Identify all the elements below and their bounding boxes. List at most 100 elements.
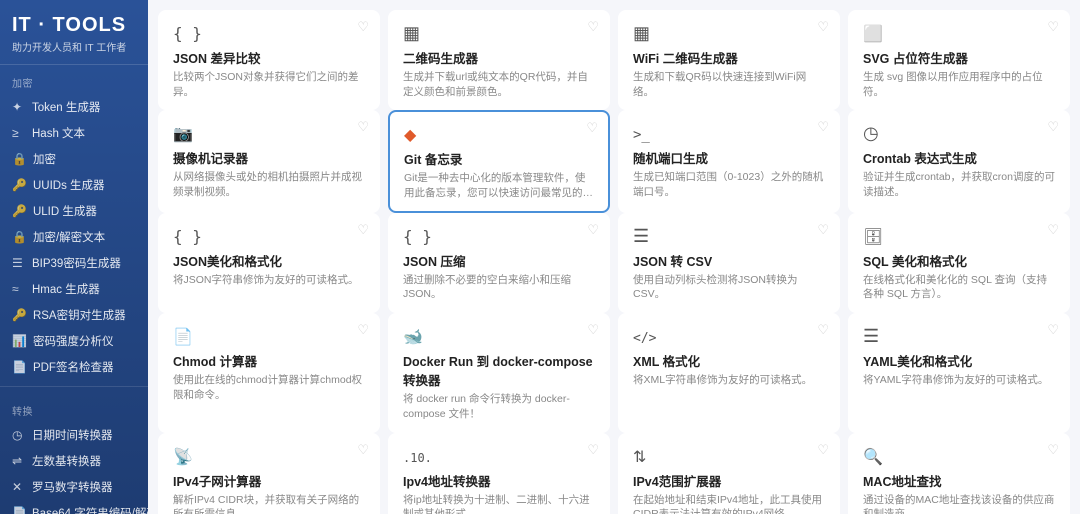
favorite-icon[interactable]: ♡ <box>357 442 369 458</box>
tool-title-ipv4-range: IPv4范围扩展器 <box>633 471 825 490</box>
favorite-icon[interactable]: ♡ <box>357 322 369 338</box>
tool-icon-random-port <box>633 123 825 144</box>
tool-desc-json-compress: 通过删除不必要的空白来缩小和压缩JSON。 <box>403 273 595 302</box>
tool-card-json-fmt[interactable]: ♡JSON美化和格式化将JSON字符串修饰为友好的可读格式。 <box>158 213 380 313</box>
sidebar-item-1-2[interactable]: ✕罗马数字转换器 <box>0 474 148 500</box>
favorite-icon[interactable]: ♡ <box>1047 322 1059 338</box>
tool-desc-camera-recorder: 从网络摄像头或处的相机拍摄照片并成视频录制视频。 <box>173 170 365 199</box>
sidebar-item-0-1[interactable]: ≥Hash 文本 <box>0 120 148 146</box>
sidebar-item-icon: ☰ <box>12 256 26 270</box>
sidebar-item-0-9[interactable]: 📊密码强度分析仪 <box>0 328 148 354</box>
tool-card-yaml-fmt[interactable]: ♡YAML美化和格式化将YAML字符串修饰为友好的可读格式。 <box>848 313 1070 432</box>
tool-icon-xml-fmt <box>633 326 825 347</box>
tool-card-json-diff[interactable]: ♡JSON 差异比较比较两个JSON对象并获得它们之间的差异。 <box>158 10 380 110</box>
tool-desc-ipv4-conv: 将ip地址转换为十进制、二进制、十六进制或其他形式 <box>403 493 595 514</box>
tool-icon-wifi-qr <box>633 23 825 44</box>
tool-title-json-fmt: JSON美化和格式化 <box>173 251 365 270</box>
tool-row-1: ♡摄像机记录器从网络摄像头或处的相机拍摄照片并成视频录制视频。♡Git 备忘录G… <box>158 110 1070 212</box>
favorite-icon[interactable]: ♡ <box>817 322 829 338</box>
tool-card-qr-gen[interactable]: ♡二维码生成器生成并下载url或纯文本的QR代码，并自定义颜色和前景颜色。 <box>388 10 610 110</box>
favorite-icon[interactable]: ♡ <box>1047 119 1059 135</box>
tool-icon-ipv4-conv <box>403 446 595 467</box>
tool-card-git-memo[interactable]: ♡ Git 备忘录 Git是一种去中心化的版本管理软件，使用此备忘录，您可以快速访问… <box>388 110 610 212</box>
sidebar-item-label: Token 生成器 <box>32 99 100 115</box>
tool-card-chmod[interactable]: ♡ Chmod 计算器使用此在线的chmod计算器计算chmod权限和命令。 <box>158 313 380 432</box>
tool-card-wifi-qr[interactable]: ♡WiFi 二维码生成器生成和下载QR码以快速连接到WiFi网络。 <box>618 10 840 110</box>
tool-card-crontab[interactable]: ♡Crontab 表达式生成验证并生成crontab，并获取cron调度的可读描… <box>848 110 1070 212</box>
tool-row-0: ♡JSON 差异比较比较两个JSON对象并获得它们之间的差异。♡二维码生成器生成… <box>158 10 1070 110</box>
tool-card-svg-placeholder[interactable]: ♡SVG 占位符生成器生成 svg 图像以用作应用程序中的占位符。 <box>848 10 1070 110</box>
favorite-icon[interactable]: ♡ <box>587 19 599 35</box>
sidebar-item-0-4[interactable]: 🔑ULID 生成器 <box>0 198 148 224</box>
favorite-icon[interactable]: ♡ <box>587 222 599 238</box>
sidebar-item-icon: 🔒 <box>12 230 27 244</box>
favorite-icon[interactable]: ♡ <box>1047 222 1059 238</box>
tool-desc-svg-placeholder: 生成 svg 图像以用作应用程序中的占位符。 <box>863 70 1055 99</box>
favorite-icon[interactable]: ♡ <box>357 222 369 238</box>
tool-card-ipv4-calc[interactable]: ♡IPv4子网计算器解析IPv4 CIDR块，并获取有关子网络的所有所需信息。 <box>158 433 380 514</box>
tool-desc-xml-fmt: 将XML字符串修饰为友好的可读格式。 <box>633 373 825 388</box>
sidebar-item-0-5[interactable]: 🔒加密/解密文本 <box>0 224 148 250</box>
sidebar-item-label: Hmac 生成器 <box>32 281 100 297</box>
sidebar-item-label: BIP39密码生成器 <box>32 255 121 271</box>
sidebar-item-1-3[interactable]: 📄Base64 字符串编码/解码 <box>0 500 148 514</box>
sidebar-item-label: ULID 生成器 <box>33 203 97 219</box>
tool-icon-docker-compose <box>403 326 595 347</box>
favorite-icon[interactable]: ♡ <box>1047 19 1059 35</box>
sidebar-logo: IT · TOOLS 助力开发人员和 IT 工作者 <box>0 0 148 65</box>
tool-card-ipv4-range[interactable]: ♡ IPv4范围扩展器在起始地址和结束IPv4地址，此工具使用CIDR表示法计算有… <box>618 433 840 514</box>
sidebar-item-label: RSA密钥对生成器 <box>33 307 126 323</box>
tool-card-xml-fmt[interactable]: ♡XML 格式化将XML字符串修饰为友好的可读格式。 <box>618 313 840 432</box>
sidebar-item-0-8[interactable]: 🔑RSA密钥对生成器 <box>0 302 148 328</box>
tool-icon-git-memo <box>404 124 594 145</box>
tool-title-json-csv: JSON 转 CSV <box>633 251 825 270</box>
tool-title-wifi-qr: WiFi 二维码生成器 <box>633 48 825 67</box>
favorite-icon[interactable]: ♡ <box>586 120 598 136</box>
tool-card-camera-recorder[interactable]: ♡摄像机记录器从网络摄像头或处的相机拍摄照片并成视频录制视频。 <box>158 110 380 212</box>
logo-subtitle: 助力开发人员和 IT 工作者 <box>12 39 136 54</box>
tool-desc-docker-compose: 将 docker run 命令行转换为 docker-compose 文件！ <box>403 392 595 421</box>
sidebar-item-0-0[interactable]: ✦Token 生成器 <box>0 94 148 120</box>
tool-card-sql-fmt[interactable]: ♡SQL 美化和格式化在线格式化和美化化的 SQL 查询（支持各种 SQL 方言… <box>848 213 1070 313</box>
sidebar-item-label: 密码强度分析仪 <box>33 333 114 349</box>
favorite-icon[interactable]: ♡ <box>587 322 599 338</box>
sidebar-item-0-3[interactable]: 🔑UUIDs 生成器 <box>0 172 148 198</box>
sidebar-item-0-10[interactable]: 📄PDF签名检查器 <box>0 354 148 380</box>
tool-card-json-compress[interactable]: ♡JSON 压缩通过删除不必要的空白来缩小和压缩JSON。 <box>388 213 610 313</box>
tool-icon-chmod <box>173 326 365 347</box>
favorite-icon[interactable]: ♡ <box>817 442 829 458</box>
favorite-icon[interactable]: ♡ <box>587 442 599 458</box>
favorite-icon[interactable]: ♡ <box>817 222 829 238</box>
tool-card-ipv4-conv[interactable]: ♡ Ipv4地址转换器将ip地址转换为十进制、二进制、十六进制或其他形式 <box>388 433 610 514</box>
tool-desc-git-memo: Git是一种去中心化的版本管理软件，使用此备忘录，您可以快速访问最常见的git命… <box>404 171 594 200</box>
sidebar-item-label: UUIDs 生成器 <box>33 177 105 193</box>
tool-icon-qr-gen <box>403 23 595 44</box>
favorite-icon[interactable]: ♡ <box>817 19 829 35</box>
tool-desc-sql-fmt: 在线格式化和美化化的 SQL 查询（支持各种 SQL 方言）。 <box>863 273 1055 302</box>
favorite-icon[interactable]: ♡ <box>357 19 369 35</box>
sidebar-item-icon: ⇌ <box>12 454 26 468</box>
favorite-icon[interactable]: ♡ <box>357 119 369 135</box>
favorite-icon[interactable]: ♡ <box>817 119 829 135</box>
sidebar-item-1-1[interactable]: ⇌左数基转换器 <box>0 448 148 474</box>
sidebar-item-0-6[interactable]: ☰ BIP39密码生成器 <box>0 250 148 276</box>
tool-title-chmod: Chmod 计算器 <box>173 351 365 370</box>
sidebar-item-0-2[interactable]: 🔒加密 <box>0 146 148 172</box>
sidebar-item-icon: 📄 <box>12 360 27 374</box>
tool-title-ipv4-conv: Ipv4地址转换器 <box>403 471 595 490</box>
sidebar-section-label-0: 加密 <box>0 65 148 94</box>
sidebar-item-1-0[interactable]: ◷日期时间转换器 <box>0 422 148 448</box>
tool-desc-chmod: 使用此在线的chmod计算器计算chmod权限和命令。 <box>173 373 365 402</box>
tool-card-mac-lookup[interactable]: ♡MAC地址查找通过设备的MAC地址查找该设备的供应商和制造商。 <box>848 433 1070 514</box>
tool-title-ipv4-calc: IPv4子网计算器 <box>173 471 365 490</box>
tool-title-git-memo: Git 备忘录 <box>404 149 594 168</box>
sidebar-divider <box>0 386 148 387</box>
favorite-icon[interactable]: ♡ <box>1047 442 1059 458</box>
tool-title-docker-compose: Docker Run 到 docker-compose 转换器 <box>403 351 595 389</box>
sidebar-item-icon: 🔒 <box>12 152 27 166</box>
tool-card-json-csv[interactable]: ♡JSON 转 CSV使用自动列标头检测将JSON转换为CSV。 <box>618 213 840 313</box>
tool-desc-ipv4-range: 在起始地址和结束IPv4地址，此工具使用CIDR表示法计算有效的IPv4网络。 <box>633 493 825 514</box>
tool-card-random-port[interactable]: ♡随机端口生成生成已知端口范围（0-1023）之外的随机端口号。 <box>618 110 840 212</box>
sidebar-item-0-7[interactable]: ≈Hmac 生成器 <box>0 276 148 302</box>
tool-card-docker-compose[interactable]: ♡ Docker Run 到 docker-compose 转换器将 docker… <box>388 313 610 432</box>
